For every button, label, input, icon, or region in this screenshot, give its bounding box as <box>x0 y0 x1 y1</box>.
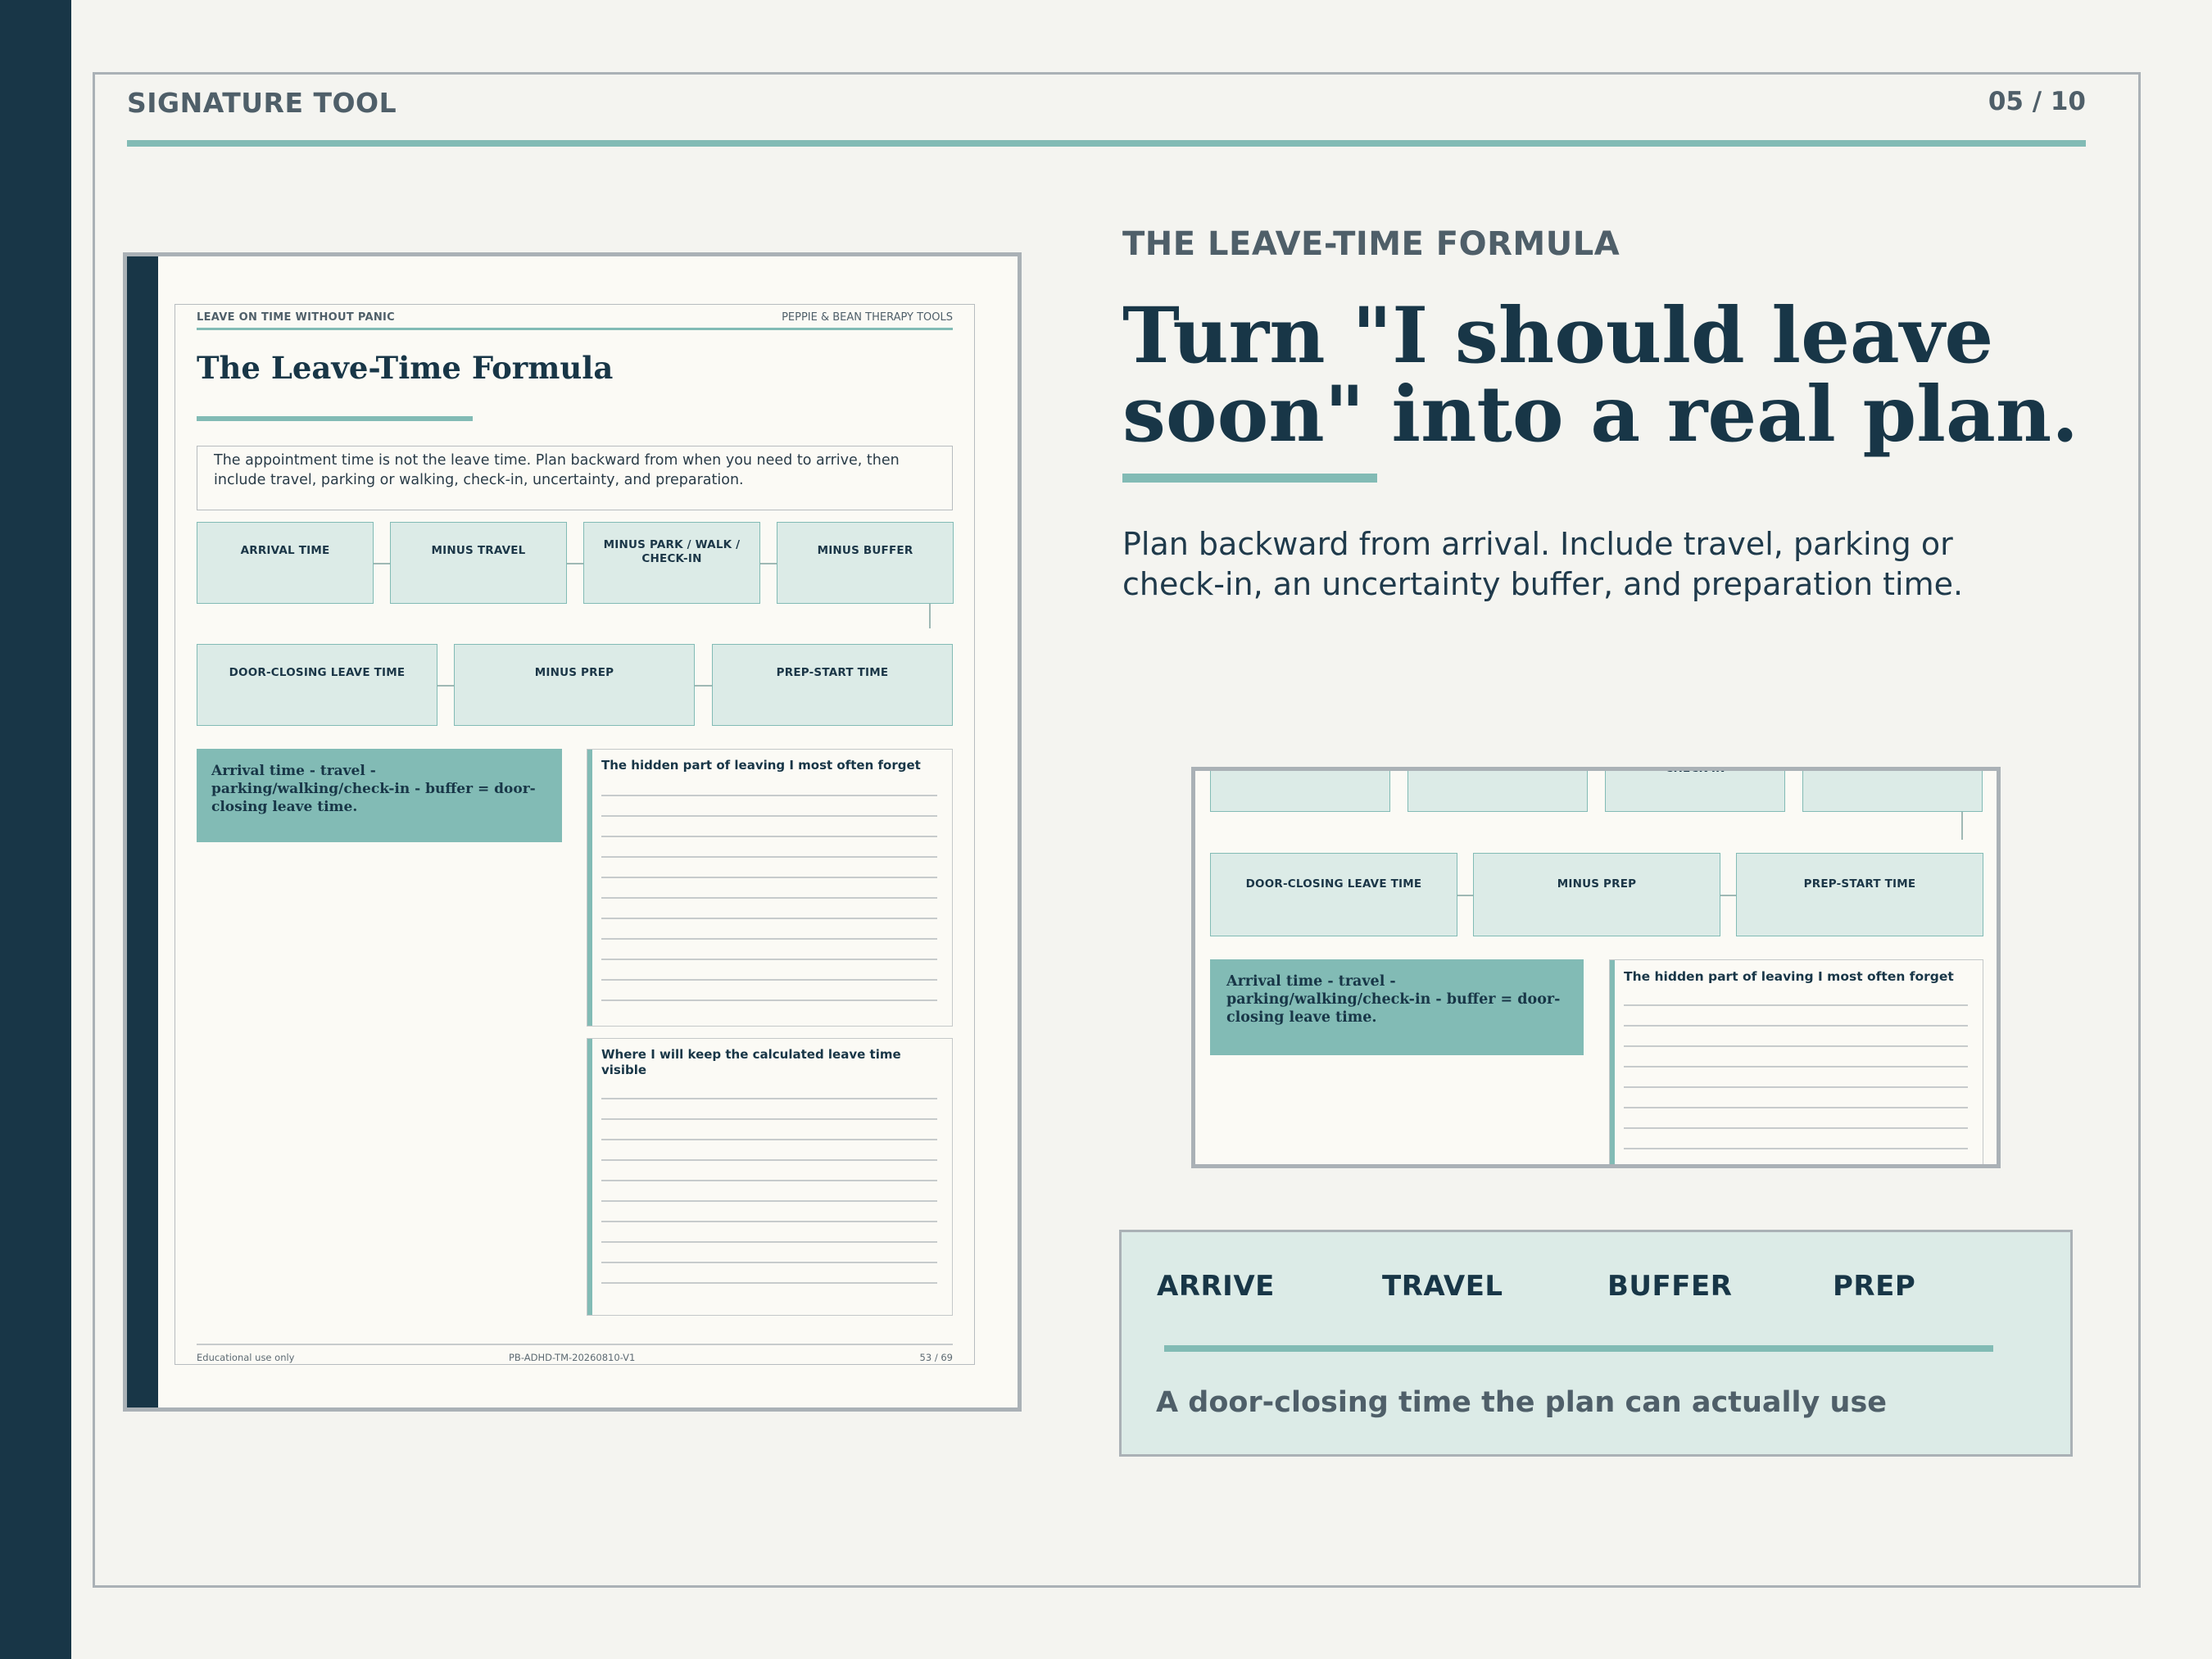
write-line <box>601 1262 937 1263</box>
write-line <box>601 1098 937 1099</box>
write-line <box>601 979 937 981</box>
zoom-note-accent-bar <box>1610 960 1615 1164</box>
write-line <box>601 856 937 858</box>
write-line <box>1624 1107 1968 1108</box>
write-line <box>601 1200 937 1202</box>
worksheet-title-rule <box>197 416 473 421</box>
headline-rule <box>1122 474 1377 483</box>
write-line <box>601 795 937 796</box>
write-line <box>601 1241 937 1243</box>
zoom-step-row1 <box>1210 771 1390 812</box>
worksheet-spine <box>127 256 158 1407</box>
write-line <box>1624 1148 1968 1149</box>
header-rule <box>127 140 2086 147</box>
summary-word-buffer: BUFFER <box>1607 1270 1733 1303</box>
page-indicator: 05 / 10 <box>1988 87 2086 116</box>
zoom-step-row1 <box>1802 771 1983 812</box>
zoom-step-row1: CHECK-IN <box>1605 767 1785 812</box>
write-line <box>601 938 937 940</box>
write-line <box>601 815 937 817</box>
step-minus-prep: MINUS PREP <box>454 644 695 726</box>
zoom-note-box: The hidden part of leaving I most often … <box>1609 959 1983 1164</box>
step-minus-park-walk-checkin: MINUS PARK / WALK / CHECK-IN <box>583 522 760 604</box>
summary-word-travel: TRAVEL <box>1382 1270 1503 1303</box>
note-box-where-visible: Where I will keep the calculated leave t… <box>587 1038 953 1316</box>
zoom-step-prep-start-time: PREP-START TIME <box>1736 853 1983 936</box>
worksheet-header-left: LEAVE ON TIME WITHOUT PANIC <box>197 311 395 324</box>
write-line <box>601 1221 937 1222</box>
step-prep-start-time: PREP-START TIME <box>712 644 953 726</box>
step-connector <box>567 563 585 564</box>
write-line <box>1624 1025 1968 1027</box>
step-minus-travel: MINUS TRAVEL <box>390 522 567 604</box>
section-label: SIGNATURE TOOL <box>127 87 397 119</box>
worksheet-footer-rule <box>197 1344 953 1345</box>
summary-rule <box>1164 1345 1993 1352</box>
write-line <box>601 1139 937 1140</box>
summary-word-arrive: ARRIVE <box>1157 1270 1275 1303</box>
formula-callout: Arrival time - travel - parking/walking/… <box>197 749 562 842</box>
worksheet-header-right: PEPPIE & BEAN THERAPY TOOLS <box>782 311 953 324</box>
note-accent-bar <box>587 1039 592 1315</box>
headline: Turn "I should leave soon" into a real p… <box>1122 291 2078 460</box>
summary-panel: ARRIVE TRAVEL BUFFER PREP A door-closing… <box>1119 1230 2073 1457</box>
worksheet-zoom-crop: CHECK-IN DOOR-CLOSING LEAVE TIME MINUS P… <box>1191 767 2001 1168</box>
write-line <box>1624 1086 1968 1088</box>
section-eyebrow: THE LEAVE-TIME FORMULA <box>1122 225 1620 263</box>
step-arrival-time: ARRIVAL TIME <box>197 522 374 604</box>
worksheet-title: The Leave-Time Formula <box>197 350 614 386</box>
write-line <box>1624 1045 1968 1047</box>
zoom-connector-down <box>1961 812 1963 840</box>
worksheet-intro: The appointment time is not the leave ti… <box>197 446 953 510</box>
summary-word-prep: PREP <box>1833 1270 1916 1303</box>
zoom-note-title: The hidden part of leaving I most often … <box>1624 969 1954 984</box>
step-connector-down <box>929 604 931 628</box>
note-title-hidden-part: The hidden part of leaving I most often … <box>601 758 921 773</box>
note-accent-bar <box>587 750 592 1026</box>
worksheet-preview: LEAVE ON TIME WITHOUT PANIC PEPPIE & BEA… <box>123 252 1022 1412</box>
write-line <box>601 1282 937 1284</box>
summary-note: A door-closing time the plan can actuall… <box>1156 1386 1888 1419</box>
worksheet-header-rule <box>197 328 953 330</box>
lede-paragraph: Plan backward from arrival. Include trav… <box>1122 526 1964 602</box>
write-line <box>1624 1066 1968 1067</box>
note-title-where-visible: Where I will keep the calculated leave t… <box>601 1047 901 1077</box>
zoom-partial-label: CHECK-IN <box>1665 767 1725 775</box>
write-line <box>601 877 937 878</box>
step-connector <box>760 563 778 564</box>
note-box-hidden-part: The hidden part of leaving I most often … <box>587 749 953 1027</box>
write-line <box>601 1118 937 1120</box>
write-line <box>1624 1127 1968 1129</box>
step-door-closing-leave-time: DOOR-CLOSING LEAVE TIME <box>197 644 437 726</box>
write-line <box>601 836 937 837</box>
worksheet-footer-right: 53 / 69 <box>919 1352 953 1363</box>
zoom-step-row1 <box>1407 771 1588 812</box>
write-line <box>601 959 937 960</box>
worksheet-page: LEAVE ON TIME WITHOUT PANIC PEPPIE & BEA… <box>175 304 975 1365</box>
step-connector <box>374 563 392 564</box>
left-sidebar-band <box>0 0 71 1659</box>
write-line <box>601 1159 937 1161</box>
zoom-step-door-closing-leave-time: DOOR-CLOSING LEAVE TIME <box>1210 853 1457 936</box>
write-line <box>601 1180 937 1181</box>
write-line <box>601 999 937 1001</box>
write-line <box>601 897 937 899</box>
write-line <box>601 918 937 919</box>
worksheet-footer-left: Educational use only <box>197 1352 295 1363</box>
zoom-step-minus-prep: MINUS PREP <box>1473 853 1720 936</box>
worksheet-footer-center: PB-ADHD-TM-20260810-V1 <box>509 1352 636 1363</box>
write-line <box>1624 1004 1968 1006</box>
step-minus-buffer: MINUS BUFFER <box>777 522 954 604</box>
zoom-formula-callout: Arrival time - travel - parking/walking/… <box>1210 959 1584 1055</box>
